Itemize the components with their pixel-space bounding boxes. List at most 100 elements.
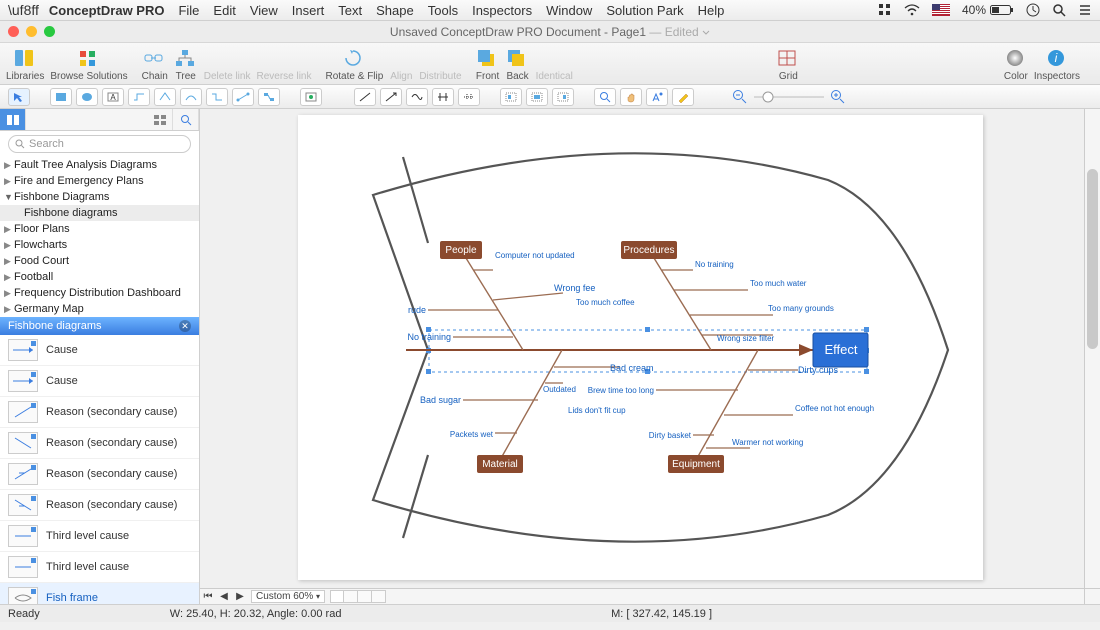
menu-solution-park[interactable]: Solution Park	[606, 3, 683, 18]
chain-button[interactable]: Chain	[142, 47, 168, 82]
tool-line2-icon[interactable]	[380, 88, 402, 106]
tool-rect-icon[interactable]	[50, 88, 72, 106]
zoom-slider[interactable]	[732, 89, 846, 105]
library-header[interactable]: Fishbone diagrams ✕	[0, 317, 199, 335]
tool-pen-icon[interactable]	[672, 88, 694, 106]
scroll-first-icon[interactable]: ⏮	[200, 591, 216, 602]
sidebar: Search ▶Fault Tree Analysis Diagrams ▶Fi…	[0, 109, 200, 604]
menu-view[interactable]: View	[250, 3, 278, 18]
library-item[interactable]: Third level cause	[0, 552, 199, 583]
tool-insert-icon[interactable]	[300, 88, 322, 106]
tool-connector1-icon[interactable]	[128, 88, 150, 106]
sidebar-search-icon[interactable]	[173, 109, 199, 130]
front-button[interactable]: Front	[476, 47, 500, 82]
tree-button[interactable]: Tree	[174, 47, 198, 82]
tree-item[interactable]: ▶Football	[0, 269, 199, 285]
flag-icon[interactable]	[932, 4, 950, 16]
tool-line3-icon[interactable]	[406, 88, 428, 106]
tool-group2-icon[interactable]	[526, 88, 548, 106]
canvas[interactable]: Effect People Procedures Material Equipm…	[298, 115, 983, 580]
inspectors-button[interactable]: iInspectors	[1034, 47, 1080, 82]
wifi-icon[interactable]	[904, 4, 920, 16]
color-button[interactable]: Color	[1004, 47, 1028, 82]
tree-item[interactable]: Fishbone diagrams	[0, 205, 199, 221]
menu-edit[interactable]: Edit	[213, 3, 235, 18]
tool-text-icon[interactable]: A	[102, 88, 124, 106]
tree-item[interactable]: ▶Fire and Emergency Plans	[0, 173, 199, 189]
menu-shape[interactable]: Shape	[376, 3, 414, 18]
tool-ellipse-icon[interactable]	[76, 88, 98, 106]
scroll-prev-icon[interactable]: ◀	[216, 591, 232, 602]
scroll-next-icon[interactable]: ▶	[232, 591, 248, 602]
clock-icon[interactable]	[1026, 3, 1040, 17]
macos-menubar: \uf8ff ConceptDraw PRO File Edit View In…	[0, 0, 1100, 21]
tool-line1-icon[interactable]	[354, 88, 376, 106]
tree-item[interactable]: ▶Floor Plans	[0, 221, 199, 237]
tool-connector5-icon[interactable]	[232, 88, 254, 106]
grid-button[interactable]: Grid	[776, 47, 800, 82]
tool-group1-icon[interactable]	[500, 88, 522, 106]
tool-connector6-icon[interactable]	[258, 88, 280, 106]
tool-connector2-icon[interactable]	[154, 88, 176, 106]
tree-item[interactable]: ▶Germany Map	[0, 301, 199, 317]
spotlight-icon[interactable]	[1052, 3, 1066, 17]
traffic-lights[interactable]	[8, 26, 55, 37]
browse-solutions-button[interactable]: Browse Solutions	[50, 47, 127, 82]
menu-text[interactable]: Text	[338, 3, 362, 18]
library-item[interactable]: Cause	[0, 366, 199, 397]
sidebar-tab-libraries[interactable]	[0, 109, 26, 130]
tree-item[interactable]: ▶Flowcharts	[0, 237, 199, 253]
tool-arrow-icon[interactable]	[8, 88, 30, 106]
tool-hand-icon[interactable]	[620, 88, 642, 106]
tool-group3-icon[interactable]	[552, 88, 574, 106]
svg-text:Wrong fee: Wrong fee	[554, 283, 595, 293]
svg-text:People: People	[445, 245, 477, 256]
tree-item[interactable]: ▶Frequency Distribution Dashboard	[0, 285, 199, 301]
tool-line5-icon[interactable]	[458, 88, 480, 106]
back-button[interactable]: Back	[506, 47, 530, 82]
secondary-toolbar: A	[0, 85, 1100, 109]
library-list: Cause Cause Reason (secondary cause) Rea…	[0, 335, 199, 604]
library-close-icon[interactable]: ✕	[179, 320, 191, 332]
menu-window[interactable]: Window	[546, 3, 592, 18]
menu-inspectors[interactable]: Inspectors	[472, 3, 532, 18]
library-item[interactable]: Reason (secondary cause)	[0, 397, 199, 428]
svg-text:Equipment: Equipment	[672, 459, 720, 470]
zoom-in-icon[interactable]	[830, 89, 846, 105]
library-item[interactable]: Cause	[0, 335, 199, 366]
page-tabs[interactable]	[330, 590, 386, 603]
tool-zoom-icon[interactable]	[594, 88, 616, 106]
tree-item[interactable]: ▶Food Court	[0, 253, 199, 269]
tool-format-icon[interactable]	[646, 88, 668, 106]
menu-tools[interactable]: Tools	[428, 3, 458, 18]
menu-help[interactable]: Help	[698, 3, 725, 18]
vertical-scrollbar[interactable]	[1084, 109, 1100, 588]
menu-file[interactable]: File	[178, 3, 199, 18]
app-name[interactable]: ConceptDraw PRO	[49, 3, 165, 18]
tool-connector4-icon[interactable]	[206, 88, 228, 106]
library-item[interactable]: Third level cause	[0, 521, 199, 552]
library-item[interactable]: Fish frame	[0, 583, 199, 604]
library-item[interactable]: Reason (secondary cause)	[0, 428, 199, 459]
apple-menu-icon[interactable]: \uf8ff	[8, 2, 39, 18]
tool-connector3-icon[interactable]	[180, 88, 202, 106]
status-grid-icon[interactable]	[878, 3, 892, 17]
zoom-out-icon[interactable]	[732, 89, 748, 105]
zoom-track[interactable]	[754, 91, 824, 103]
battery-status[interactable]: 40%	[962, 3, 1014, 17]
zoom-dropdown[interactable]: Custom 60% ▾	[251, 590, 325, 603]
library-item[interactable]: Reason (secondary cause)	[0, 490, 199, 521]
notifications-icon[interactable]	[1078, 3, 1092, 17]
library-item[interactable]: Reason (secondary cause)	[0, 459, 199, 490]
libraries-button[interactable]: Libraries	[6, 47, 44, 82]
tree-item[interactable]: ▼Fishbone Diagrams	[0, 189, 199, 205]
menu-insert[interactable]: Insert	[292, 3, 325, 18]
rotate-flip-button[interactable]: Rotate & Flip	[326, 47, 384, 82]
tree-item[interactable]: ▶Fault Tree Analysis Diagrams	[0, 157, 199, 173]
horizontal-scrollbar[interactable]: ⏮ ◀ ▶ Custom 60% ▾	[200, 588, 1084, 604]
canvas-area[interactable]: Effect People Procedures Material Equipm…	[200, 109, 1100, 604]
search-input[interactable]: Search	[8, 135, 191, 153]
tool-line4-icon[interactable]	[432, 88, 454, 106]
sidebar-view-grid[interactable]	[147, 109, 173, 130]
svg-text:Bad cream: Bad cream	[610, 363, 654, 373]
